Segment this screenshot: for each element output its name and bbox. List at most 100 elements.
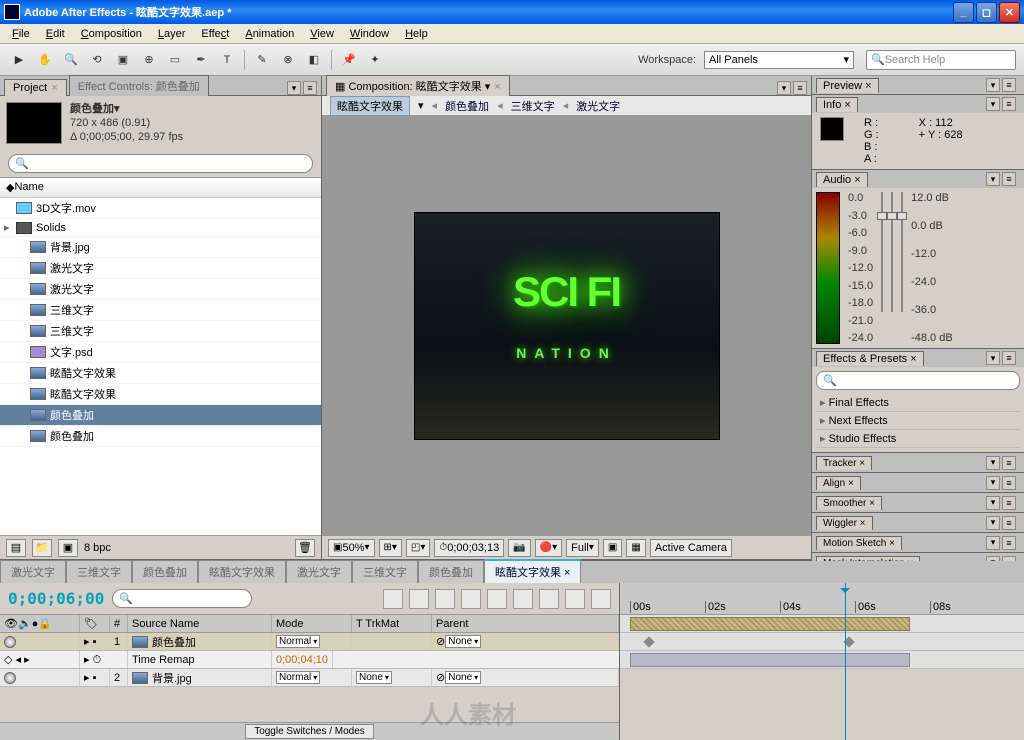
- panel-options-icon[interactable]: ≡: [303, 81, 317, 95]
- timeline-tab[interactable]: 眩酷文字效果: [198, 560, 286, 583]
- brush-tool[interactable]: ✎: [251, 49, 273, 71]
- pen-tool[interactable]: ✒: [190, 49, 212, 71]
- delete-button[interactable]: 🗑: [295, 539, 315, 557]
- side-panel-tab[interactable]: Smoother ×: [816, 496, 882, 510]
- menu-layer[interactable]: Layer: [150, 26, 194, 42]
- tl-tool-icon[interactable]: [513, 589, 533, 609]
- project-item[interactable]: ▸Solids: [0, 219, 321, 237]
- rotate-tool[interactable]: ⟲: [86, 49, 108, 71]
- effects-preset-category[interactable]: Studio Effects: [816, 430, 1020, 448]
- layer-row[interactable]: ▸ ▪1颜色叠加Normal⊘ None: [0, 633, 619, 651]
- pan-behind-tool[interactable]: ⊕: [138, 49, 160, 71]
- timeline-tab[interactable]: 三维文字: [66, 560, 132, 583]
- project-list-header[interactable]: ◆ Name: [0, 178, 321, 198]
- project-search[interactable]: 🔍: [8, 154, 313, 173]
- side-panel-tab[interactable]: Align ×: [816, 476, 861, 490]
- interpret-footage-button[interactable]: ▤: [6, 539, 26, 557]
- search-help-input[interactable]: 🔍 Search Help: [866, 50, 1016, 70]
- side-panel-tab[interactable]: Tracker ×: [816, 456, 872, 470]
- bpc-label[interactable]: 8 bpc: [84, 542, 111, 554]
- local-axis-tool[interactable]: ✦: [364, 49, 386, 71]
- current-timecode[interactable]: 0;00;06;00: [8, 589, 104, 608]
- info-tab[interactable]: Info ×: [816, 97, 858, 112]
- resolution-dropdown[interactable]: Full ▾: [566, 539, 599, 557]
- playhead[interactable]: [845, 583, 846, 740]
- timeline-tab[interactable]: 颜色叠加: [418, 560, 484, 583]
- panel-menu-icon[interactable]: ▾: [777, 81, 791, 95]
- workspace-dropdown[interactable]: All Panels▾: [704, 51, 854, 69]
- timeline-tab[interactable]: 颜色叠加: [132, 560, 198, 583]
- hand-tool[interactable]: ✋: [34, 49, 56, 71]
- composition-viewer[interactable]: SCI FI NATION: [322, 116, 811, 535]
- side-panel-tab[interactable]: Motion Sketch ×: [816, 536, 902, 550]
- effects-preset-category[interactable]: Next Effects: [816, 412, 1020, 430]
- panel-options-icon[interactable]: ≡: [793, 81, 807, 95]
- time-display[interactable]: ⏱ 0;00;03;13: [434, 539, 504, 557]
- project-item[interactable]: 背景.jpg: [0, 237, 321, 258]
- project-item[interactable]: 文字.psd: [0, 342, 321, 363]
- zoom-dropdown[interactable]: ▣ 50% ▾: [328, 539, 375, 557]
- grid-button[interactable]: ⊞▾: [379, 539, 402, 557]
- camera-tool[interactable]: ▣: [112, 49, 134, 71]
- minimize-button[interactable]: _: [953, 2, 974, 23]
- tl-tool-icon[interactable]: [565, 589, 585, 609]
- mask-button[interactable]: ◰▾: [406, 539, 430, 557]
- project-item-name[interactable]: 颜色叠加▾: [70, 102, 183, 116]
- crumb[interactable]: 颜色叠加: [445, 98, 489, 114]
- tl-tool-icon[interactable]: [591, 589, 611, 609]
- type-tool[interactable]: T: [216, 49, 238, 71]
- timeline-tab[interactable]: 三维文字: [352, 560, 418, 583]
- tl-tool-icon[interactable]: [409, 589, 429, 609]
- menu-edit[interactable]: Edit: [38, 26, 73, 42]
- timeline-search[interactable]: 🔍: [112, 589, 252, 608]
- menu-file[interactable]: File: [4, 26, 38, 42]
- crumb-active[interactable]: 眩酷文字效果: [330, 96, 410, 116]
- new-folder-button[interactable]: 📁: [32, 539, 52, 557]
- menu-effect[interactable]: Effect: [193, 26, 237, 42]
- project-list[interactable]: ◆ Name 3D文字.mov▸Solids背景.jpg激光文字激光文字三维文字…: [0, 177, 321, 535]
- tl-tool-icon[interactable]: [383, 589, 403, 609]
- audio-slider-m[interactable]: [891, 192, 893, 312]
- project-tab[interactable]: Project×: [4, 79, 67, 96]
- timeline-tab[interactable]: 眩酷文字效果 ×: [484, 559, 581, 583]
- audio-slider-r[interactable]: [901, 192, 903, 312]
- menu-view[interactable]: View: [302, 26, 342, 42]
- maximize-button[interactable]: ◻: [976, 2, 997, 23]
- layer-row[interactable]: ▸ ▪2背景.jpgNormalNone⊘ None: [0, 669, 619, 687]
- menu-window[interactable]: Window: [342, 26, 397, 42]
- effect-controls-tab[interactable]: Effect Controls: 颜色叠加: [69, 75, 209, 96]
- timeline-tab[interactable]: 激光文字: [286, 560, 352, 583]
- channel-button[interactable]: 🔴▾: [535, 539, 562, 557]
- crumb[interactable]: 激光文字: [576, 98, 620, 114]
- audio-slider-l[interactable]: [881, 192, 883, 312]
- eraser-tool[interactable]: ◧: [303, 49, 325, 71]
- layer-row[interactable]: ◇ ◂ ▸▸ ⏱Time Remap0;00;04;10: [0, 651, 619, 669]
- project-item[interactable]: 激光文字: [0, 279, 321, 300]
- tl-tool-icon[interactable]: [487, 589, 507, 609]
- menu-help[interactable]: Help: [397, 26, 436, 42]
- puppet-tool[interactable]: 📌: [338, 49, 360, 71]
- project-item[interactable]: 激光文字: [0, 258, 321, 279]
- close-button[interactable]: ✕: [999, 2, 1020, 23]
- snapshot-button[interactable]: 📷: [508, 539, 530, 557]
- project-item[interactable]: 眩酷文字效果: [0, 384, 321, 405]
- menu-animation[interactable]: Animation: [237, 26, 302, 42]
- side-panel-tab[interactable]: Wiggler ×: [816, 516, 873, 530]
- panel-menu-icon[interactable]: ▾: [287, 81, 301, 95]
- timeline-tab[interactable]: 激光文字: [0, 560, 66, 583]
- camera-dropdown[interactable]: Active Camera: [650, 539, 732, 557]
- menu-composition[interactable]: Composition: [73, 26, 150, 42]
- new-comp-button[interactable]: ▣: [58, 539, 78, 557]
- crumb[interactable]: 三维文字: [511, 98, 555, 114]
- tl-tool-icon[interactable]: [461, 589, 481, 609]
- roi-button[interactable]: ▣: [603, 539, 622, 557]
- project-item[interactable]: 三维文字: [0, 321, 321, 342]
- comp-tab[interactable]: ▦ Composition: 眩酷文字效果 ▾×: [326, 75, 510, 96]
- project-search-input[interactable]: [29, 158, 306, 170]
- transparency-grid-button[interactable]: ▦: [626, 539, 645, 557]
- project-item[interactable]: 3D文字.mov: [0, 198, 321, 219]
- project-item[interactable]: 三维文字: [0, 300, 321, 321]
- project-item[interactable]: 颜色叠加: [0, 426, 321, 447]
- preview-tab[interactable]: Preview ×: [816, 78, 879, 93]
- clone-tool[interactable]: ⊗: [277, 49, 299, 71]
